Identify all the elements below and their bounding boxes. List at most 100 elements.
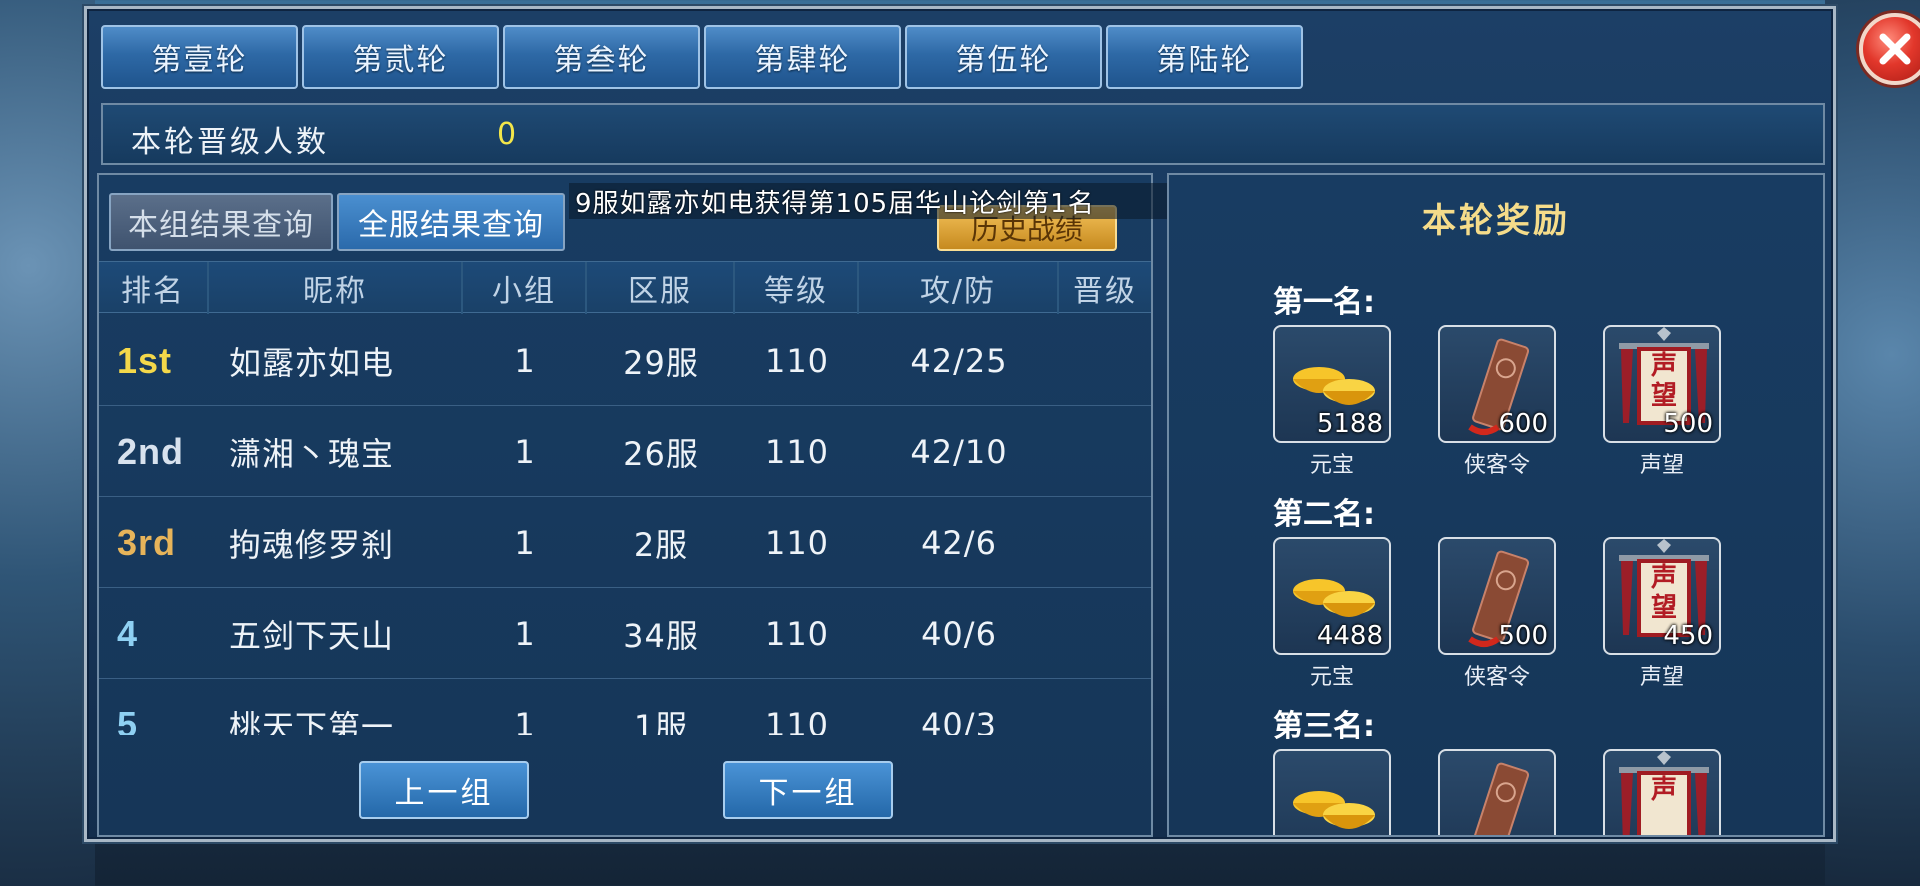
reward-name: 元宝 <box>1309 453 1354 478</box>
background-left <box>0 0 95 886</box>
atk-def-cell: 42/6 <box>921 523 997 562</box>
reward-item-yuanbao[interactable]: 4488 <box>1273 537 1391 655</box>
results-table-header: 排名 昵称 小组 区服 等级 攻/防 晋级 <box>99 261 1151 314</box>
banner-text: 声望 <box>1650 563 1677 623</box>
reward-item-shengwang[interactable]: 声 <box>1603 749 1721 835</box>
tournament-panel: 第壹轮 第贰轮 第叁轮 第肆轮 第伍轮 第陆轮 本轮晋级人数 0 本组结果查询 … <box>84 6 1920 842</box>
reward-item-xiakeling[interactable]: 500 <box>1438 537 1556 655</box>
promotion-cell <box>1059 406 1151 497</box>
promotion-cell <box>1059 497 1151 588</box>
promotion-cell <box>1059 315 1151 406</box>
table-row[interactable]: 1st 如露亦如电 1 29服 110 42/25 <box>99 315 1151 406</box>
level-cell: 110 <box>764 341 830 380</box>
promotion-label: 本轮晋级人数 <box>131 125 329 160</box>
table-row[interactable]: 5 桃天下第一 1 1服 110 40/3 <box>99 679 1151 736</box>
reward-name: 元宝 <box>1309 665 1354 690</box>
tab-all-server-results[interactable]: 全服结果查询 <box>337 193 565 251</box>
rank-cell: 5 <box>117 703 139 736</box>
promotion-bar: 本轮晋级人数 0 <box>101 103 1825 165</box>
announcement-marquee: 9服如露亦如电获得第105届华山论剑第1名 <box>569 183 1209 219</box>
background-right <box>1825 0 1920 886</box>
rank-cell: 4 <box>117 612 139 654</box>
level-cell: 110 <box>764 614 830 653</box>
tab-round-3[interactable]: 第叁轮 <box>503 25 700 89</box>
rewards-title: 本轮奖励 <box>1422 201 1570 241</box>
rank-cell: 1st <box>117 339 173 381</box>
reward-item-xiakeling[interactable] <box>1438 749 1556 835</box>
atk-def-cell: 40/6 <box>921 614 997 653</box>
nickname-cell: 桃天下第一 <box>229 707 395 736</box>
server-cell: 2服 <box>633 525 689 564</box>
nickname-cell: 拘魂修罗刹 <box>229 525 395 564</box>
header-rank: 排名 <box>99 262 209 314</box>
reward-count: 500 <box>1498 621 1548 651</box>
server-cell: 26服 <box>623 434 699 473</box>
header-nickname: 昵称 <box>209 262 463 314</box>
tier-label-second: 第二名: <box>1273 497 1375 532</box>
reward-count: 450 <box>1663 621 1713 651</box>
results-pane: 本组结果查询 历史战绩 全服结果查询 9服如露亦如电获得第105届华山论剑第1名… <box>97 173 1209 837</box>
gold-ingot-icon <box>1293 791 1375 829</box>
header-server: 区服 <box>587 262 735 314</box>
hero-token-icon <box>1472 762 1530 835</box>
banner-text: 声望 <box>1650 351 1677 411</box>
reward-count: 4488 <box>1316 621 1383 651</box>
reward-count: 500 <box>1663 409 1713 439</box>
server-cell: 29服 <box>623 343 699 382</box>
promotion-count: 0 <box>497 117 517 152</box>
reward-name: 侠客令 <box>1463 453 1530 478</box>
group-cell: 1 <box>514 705 536 736</box>
level-cell: 110 <box>764 432 830 471</box>
nickname-cell: 如露亦如电 <box>229 343 395 382</box>
results-table-body: 1st 如露亦如电 1 29服 110 42/25 2nd 潇湘丶瑰宝 1 26… <box>99 315 1151 735</box>
atk-def-cell: 40/3 <box>921 705 997 736</box>
group-cell: 1 <box>514 614 536 653</box>
nickname-cell: 潇湘丶瑰宝 <box>229 434 395 473</box>
tab-group-results[interactable]: 本组结果查询 <box>109 193 333 251</box>
header-group: 小组 <box>463 262 587 314</box>
reward-item-yuanbao[interactable] <box>1273 749 1391 835</box>
server-cell: 34服 <box>623 616 699 655</box>
nickname-cell: 五剑下天山 <box>229 616 395 655</box>
reward-name: 声望 <box>1639 453 1684 478</box>
tab-round-4[interactable]: 第肆轮 <box>704 25 901 89</box>
tier-label-first: 第一名: <box>1273 285 1375 320</box>
atk-def-cell: 42/25 <box>910 341 1008 380</box>
tab-round-6[interactable]: 第陆轮 <box>1106 25 1303 89</box>
table-row[interactable]: 4 五剑下天山 1 34服 110 40/6 <box>99 588 1151 679</box>
prev-group-button[interactable]: 上一组 <box>359 761 529 819</box>
rewards-pane: 本轮奖励 第一名: 5188 元宝 600 侠客令 声望 500 声望 第二名:… <box>1167 173 1825 837</box>
reward-count: 5188 <box>1316 409 1383 439</box>
close-icon <box>1879 33 1911 65</box>
reward-name: 声望 <box>1639 665 1684 690</box>
level-cell: 110 <box>764 523 830 562</box>
reward-count: 600 <box>1498 409 1548 439</box>
group-cell: 1 <box>514 432 536 471</box>
reward-item-xiakeling[interactable]: 600 <box>1438 325 1556 443</box>
reward-item-shengwang[interactable]: 声望 450 <box>1603 537 1721 655</box>
promotion-cell <box>1059 679 1151 735</box>
rank-cell: 2nd <box>117 430 185 472</box>
group-cell: 1 <box>514 523 536 562</box>
table-row[interactable]: 2nd 潇湘丶瑰宝 1 26服 110 42/10 <box>99 406 1151 497</box>
group-cell: 1 <box>514 341 536 380</box>
tier-label-third: 第三名: <box>1273 709 1375 744</box>
reward-item-shengwang[interactable]: 声望 500 <box>1603 325 1721 443</box>
reward-name: 侠客令 <box>1463 665 1530 690</box>
promotion-cell <box>1059 588 1151 679</box>
header-atk-def: 攻/防 <box>859 262 1059 314</box>
tab-round-5[interactable]: 第伍轮 <box>905 25 1102 89</box>
server-cell: 1服 <box>633 707 689 736</box>
table-row[interactable]: 3rd 拘魂修罗刹 1 2服 110 42/6 <box>99 497 1151 588</box>
reward-item-yuanbao[interactable]: 5188 <box>1273 325 1391 443</box>
level-cell: 110 <box>764 705 830 736</box>
next-group-button[interactable]: 下一组 <box>723 761 893 819</box>
round-tabs: 第壹轮 第贰轮 第叁轮 第肆轮 第伍轮 第陆轮 <box>101 25 1303 89</box>
tab-round-1[interactable]: 第壹轮 <box>101 25 298 89</box>
atk-def-cell: 42/10 <box>910 432 1008 471</box>
banner-text: 声 <box>1650 775 1677 805</box>
header-level: 等级 <box>735 262 859 314</box>
header-promotion: 晋级 <box>1073 274 1137 309</box>
tab-round-2[interactable]: 第贰轮 <box>302 25 499 89</box>
rank-cell: 3rd <box>117 521 177 563</box>
